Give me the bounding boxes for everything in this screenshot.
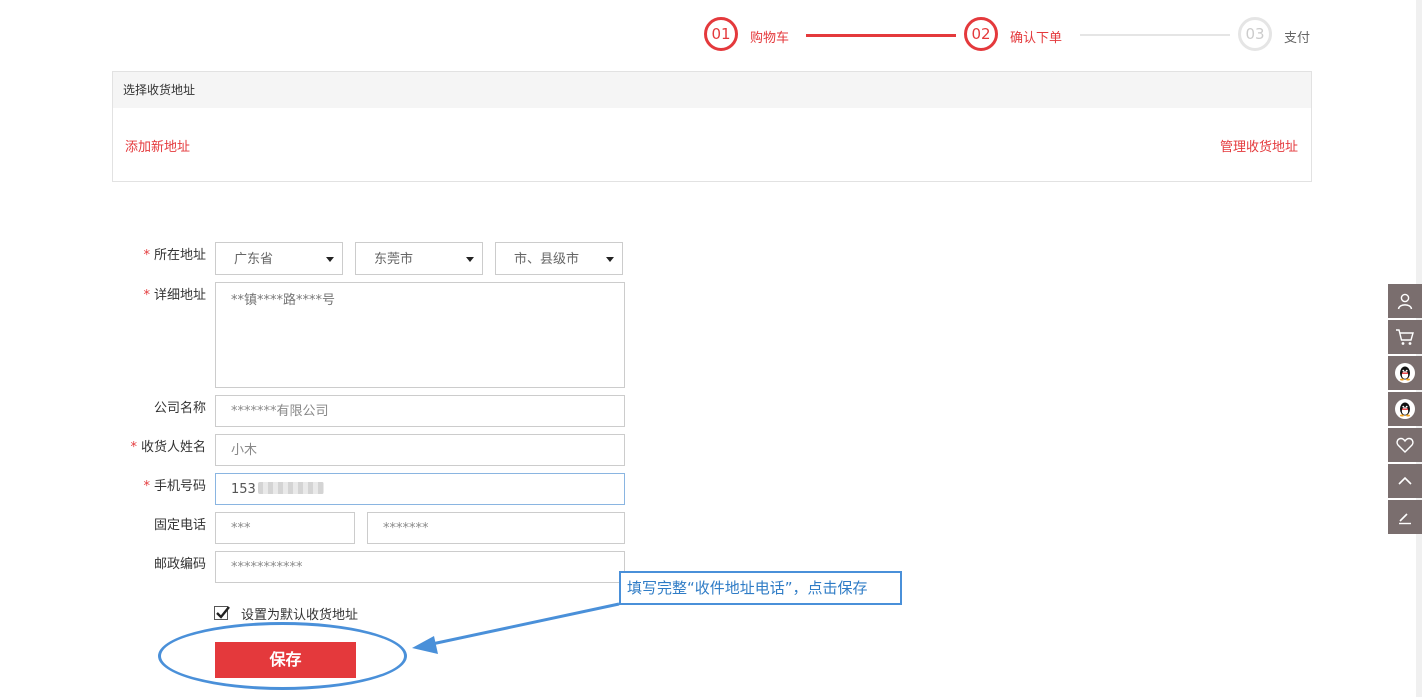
toolbar-cart[interactable] xyxy=(1388,320,1422,354)
detail-address-textarea[interactable]: **镇****路****号 xyxy=(215,282,625,388)
chevron-down-icon xyxy=(606,257,614,262)
heart-icon xyxy=(1396,437,1414,453)
address-panel-title: 选择收货地址 xyxy=(113,72,1311,108)
mobile-label: * 手机号码 xyxy=(143,479,206,494)
checkmark-icon xyxy=(216,606,230,619)
annotation-callout: 填写完整“收件地址电话”，点击保存 xyxy=(619,571,902,605)
chevron-down-icon xyxy=(466,257,474,262)
side-toolbar xyxy=(1388,284,1422,536)
chevron-down-icon xyxy=(326,257,334,262)
step-1-line xyxy=(806,34,956,37)
landline-number-input[interactable]: ******* xyxy=(367,512,625,544)
landline-area-input[interactable]: *** xyxy=(215,512,355,544)
mobile-input[interactable]: 153 xyxy=(215,473,625,505)
address-selection-panel: 选择收货地址 添加新地址 管理收货地址 xyxy=(112,71,1312,182)
feedback-icon xyxy=(1399,513,1411,525)
step-1-number: 01 xyxy=(704,17,738,51)
step-2-line xyxy=(1080,34,1230,36)
region-label: * 所在地址 xyxy=(143,248,206,263)
toolbar-feedback[interactable] xyxy=(1388,500,1422,534)
cart-icon xyxy=(1396,329,1414,345)
qq-icon xyxy=(1395,363,1415,383)
district-select[interactable]: 市、县级市 xyxy=(495,242,623,275)
zipcode-label: 邮政编码 xyxy=(153,557,206,572)
step-2-number: 02 xyxy=(964,17,998,51)
toolbar-back-to-top[interactable] xyxy=(1388,464,1422,498)
step-1-label: 购物车 xyxy=(750,31,790,46)
user-icon xyxy=(1397,293,1413,310)
manage-address-link[interactable]: 管理收货地址 xyxy=(1220,136,1298,155)
qq-icon xyxy=(1395,399,1415,419)
detail-address-label: * 详细地址 xyxy=(143,288,206,303)
highlight-ellipse xyxy=(158,622,407,690)
checkout-steps: 01 购物车 02 确认下单 03 支付 xyxy=(700,14,1320,56)
company-label: 公司名称 xyxy=(153,401,206,416)
step-2-label: 确认下单 xyxy=(1010,31,1063,46)
receiver-name-input[interactable]: 小木 xyxy=(215,434,625,466)
add-address-link[interactable]: 添加新地址 xyxy=(125,136,190,155)
step-3-label: 支付 xyxy=(1284,31,1311,46)
toolbar-qq-1[interactable] xyxy=(1388,356,1422,390)
company-input[interactable]: *******有限公司 xyxy=(215,395,625,427)
default-address-checkbox[interactable] xyxy=(214,606,230,620)
toolbar-user[interactable] xyxy=(1388,284,1422,318)
blurred-digits xyxy=(257,482,324,494)
receiver-name-label: * 收货人姓名 xyxy=(130,440,206,455)
default-address-label: 设置为默认收货地址 xyxy=(241,608,359,623)
step-3-number: 03 xyxy=(1238,17,1272,51)
province-select[interactable]: 广东省 xyxy=(215,242,343,275)
zipcode-input[interactable]: *********** xyxy=(215,551,625,583)
landline-label: 固定电话 xyxy=(153,518,206,533)
back-to-top-icon xyxy=(1398,476,1412,485)
toolbar-qq-2[interactable] xyxy=(1388,392,1422,426)
toolbar-favorite[interactable] xyxy=(1388,428,1422,462)
city-select[interactable]: 东莞市 xyxy=(355,242,483,275)
